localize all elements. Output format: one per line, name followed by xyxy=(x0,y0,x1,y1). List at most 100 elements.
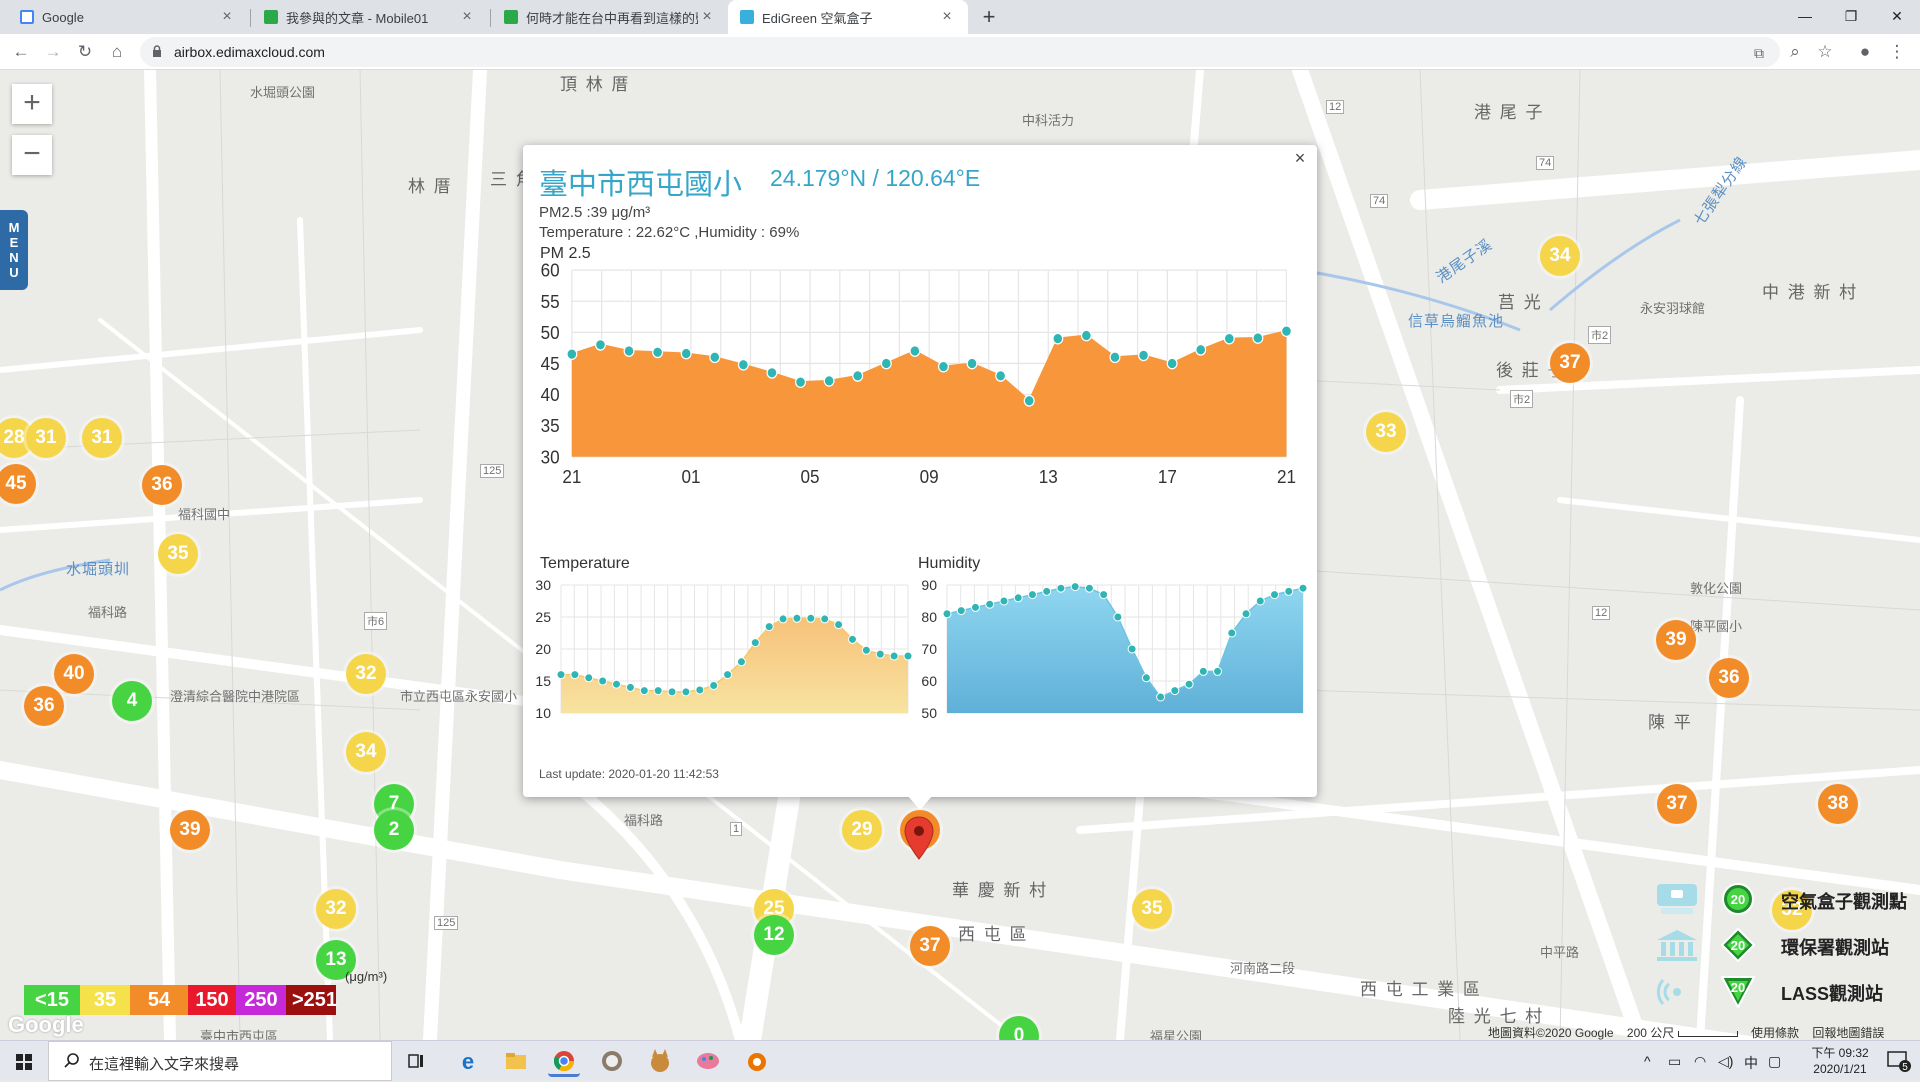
home-icon[interactable]: ⌂ xyxy=(104,39,130,65)
file-explorer-icon[interactable] xyxy=(500,1045,532,1077)
tab-google[interactable]: Google × xyxy=(8,0,248,34)
notification-center-icon[interactable]: 5 xyxy=(1886,1049,1912,1073)
station-marker[interactable]: 36 xyxy=(24,686,64,726)
y-tick-label: 60 xyxy=(541,260,560,281)
map-label: 福科路 xyxy=(88,605,128,620)
data-point xyxy=(1023,394,1035,407)
pm25-color-scale: <15 35 54 150 250 >251 xyxy=(24,985,337,1015)
station-marker[interactable]: 4 xyxy=(112,681,152,721)
data-point xyxy=(966,357,978,370)
reload-icon[interactable]: ↻ xyxy=(72,39,98,65)
tab-mobile01-articles[interactable]: 我參與的文章 - Mobile01 × xyxy=(252,0,488,34)
task-view-icon[interactable] xyxy=(400,1045,432,1077)
tray-chevron-icon[interactable]: ^ xyxy=(1644,1053,1651,1069)
data-point xyxy=(612,679,622,689)
legend-row-lass[interactable]: 20 LASS觀測站 xyxy=(1655,972,1920,1010)
data-point xyxy=(1284,586,1294,596)
station-marker[interactable]: 36 xyxy=(1709,658,1749,698)
station-marker[interactable]: 12 xyxy=(754,915,794,955)
station-marker[interactable]: 39 xyxy=(170,810,210,850)
windows-taskbar: 在這裡輸入文字來搜尋 e ^ ▭ ◠ ◁) 中 ▢ 下午 09:32 2020/… xyxy=(0,1040,1920,1081)
selected-location-pin-icon[interactable] xyxy=(903,816,935,860)
station-marker[interactable]: 34 xyxy=(1540,236,1580,276)
system-clock[interactable]: 下午 09:32 2020/1/21 xyxy=(1800,1045,1880,1077)
ime-indicator[interactable]: 中 xyxy=(1744,1053,1758,1073)
data-point xyxy=(909,345,921,357)
data-point xyxy=(1013,593,1023,603)
data-point xyxy=(766,366,778,379)
data-point xyxy=(709,351,721,364)
data-point xyxy=(999,596,1009,606)
station-marker[interactable]: 37 xyxy=(1550,343,1590,383)
zoom-magnifier-icon[interactable]: ⌕ xyxy=(1782,39,1808,65)
station-marker[interactable]: 32 xyxy=(346,654,386,694)
tab-mobile01-bluesky[interactable]: 何時才能在台中再看到這樣的藍天 × xyxy=(492,0,728,34)
tab-close-icon[interactable]: × xyxy=(218,8,236,26)
mobile01-favicon-icon xyxy=(504,10,518,24)
new-tab-button[interactable]: + xyxy=(976,4,1002,30)
tab-title: 我參與的文章 - Mobile01 xyxy=(286,10,429,26)
bookmark-star-icon[interactable]: ☆ xyxy=(1812,39,1838,65)
map-attribution: 地圖資料©2020 Google 200 公尺 使用條款 回報地圖錯誤 xyxy=(1488,1024,1884,1041)
legend-row-epa[interactable]: 20 環保署觀測站 xyxy=(1655,926,1920,964)
station-marker[interactable]: 31 xyxy=(26,418,66,458)
station-marker[interactable]: 38 xyxy=(1818,784,1858,824)
address-bar[interactable]: airbox.edimaxcloud.com ⧉ xyxy=(140,37,1780,67)
taskbar-search-input[interactable]: 在這裡輸入文字來搜尋 xyxy=(48,1041,392,1081)
close-popup-button[interactable]: × xyxy=(1289,147,1311,169)
station-marker[interactable]: 31 xyxy=(82,418,122,458)
data-point xyxy=(985,599,995,609)
report-map-error-link[interactable]: 回報地圖錯誤 xyxy=(1812,1026,1884,1040)
close-window-button[interactable]: ✕ xyxy=(1874,0,1920,34)
pm25-chart: 30 35 40 45 50 55 60 21 01 05 09 13 17 21 xyxy=(541,260,1296,487)
windows-start-icon[interactable] xyxy=(0,1041,48,1081)
station-marker[interactable]: 34 xyxy=(346,732,386,772)
volume-icon[interactable]: ◁) xyxy=(1718,1053,1733,1070)
station-marker[interactable]: 39 xyxy=(1656,620,1696,660)
battery-icon[interactable]: ▭ xyxy=(1668,1053,1681,1070)
ime-mode-icon[interactable]: ▢ xyxy=(1768,1053,1781,1070)
profile-avatar-icon[interactable]: ● xyxy=(1852,39,1878,65)
tab-close-icon[interactable]: × xyxy=(938,8,956,26)
chrome-icon[interactable] xyxy=(548,1045,580,1077)
kebab-menu-icon[interactable]: ⋮ xyxy=(1884,39,1910,65)
lass-signal-icon xyxy=(1656,979,1681,1005)
temperature-chart: 10 15 20 25 30 xyxy=(535,577,913,721)
back-arrow-icon[interactable]: ← xyxy=(8,39,34,65)
menu-tab-button[interactable]: M E N U xyxy=(0,210,28,290)
station-marker[interactable]: 2 xyxy=(374,810,414,850)
terms-link[interactable]: 使用條款 xyxy=(1751,1026,1799,1040)
airbox-badge-icon: 20 xyxy=(1722,883,1754,915)
restore-window-button[interactable]: ❐ xyxy=(1828,0,1874,34)
translate-icon[interactable]: ⧉ xyxy=(1750,44,1768,62)
wifi-icon[interactable]: ◠ xyxy=(1694,1053,1706,1070)
app-icon-blender[interactable] xyxy=(740,1045,772,1077)
map-label: 中 港 新 村 xyxy=(1762,283,1859,302)
data-point xyxy=(584,673,594,683)
data-point xyxy=(820,614,830,624)
app-icon-circle[interactable] xyxy=(596,1045,628,1077)
minimize-window-button[interactable]: — xyxy=(1782,0,1828,34)
station-marker[interactable]: 33 xyxy=(1366,412,1406,452)
road-number-sign: 市2 xyxy=(1588,326,1612,344)
data-point xyxy=(625,682,635,692)
app-icon-paint[interactable] xyxy=(692,1045,724,1077)
station-marker[interactable]: 37 xyxy=(910,926,950,966)
station-marker[interactable]: 40 xyxy=(54,654,94,694)
tab-edigreen[interactable]: EdiGreen 空氣盒子 × xyxy=(728,0,968,34)
forward-arrow-icon[interactable]: → xyxy=(40,39,66,65)
app-icon-cat[interactable] xyxy=(644,1045,676,1077)
station-marker[interactable]: 35 xyxy=(158,534,198,574)
tab-close-icon[interactable]: × xyxy=(698,8,716,26)
station-marker[interactable]: 32 xyxy=(316,889,356,929)
station-marker[interactable]: 37 xyxy=(1657,784,1697,824)
edge-browser-icon[interactable]: e xyxy=(452,1045,484,1077)
tab-close-icon[interactable]: × xyxy=(458,8,476,26)
zoom-out-button[interactable]: − xyxy=(12,135,52,175)
legend-row-airbox[interactable]: 20 空氣盒子觀測點 xyxy=(1655,880,1920,918)
station-marker[interactable]: 35 xyxy=(1132,889,1172,929)
station-marker[interactable]: 36 xyxy=(142,465,182,505)
station-marker[interactable]: 29 xyxy=(842,810,882,850)
pm25-scale-segment: 250 xyxy=(236,985,286,1015)
zoom-in-button[interactable]: + xyxy=(12,84,52,124)
